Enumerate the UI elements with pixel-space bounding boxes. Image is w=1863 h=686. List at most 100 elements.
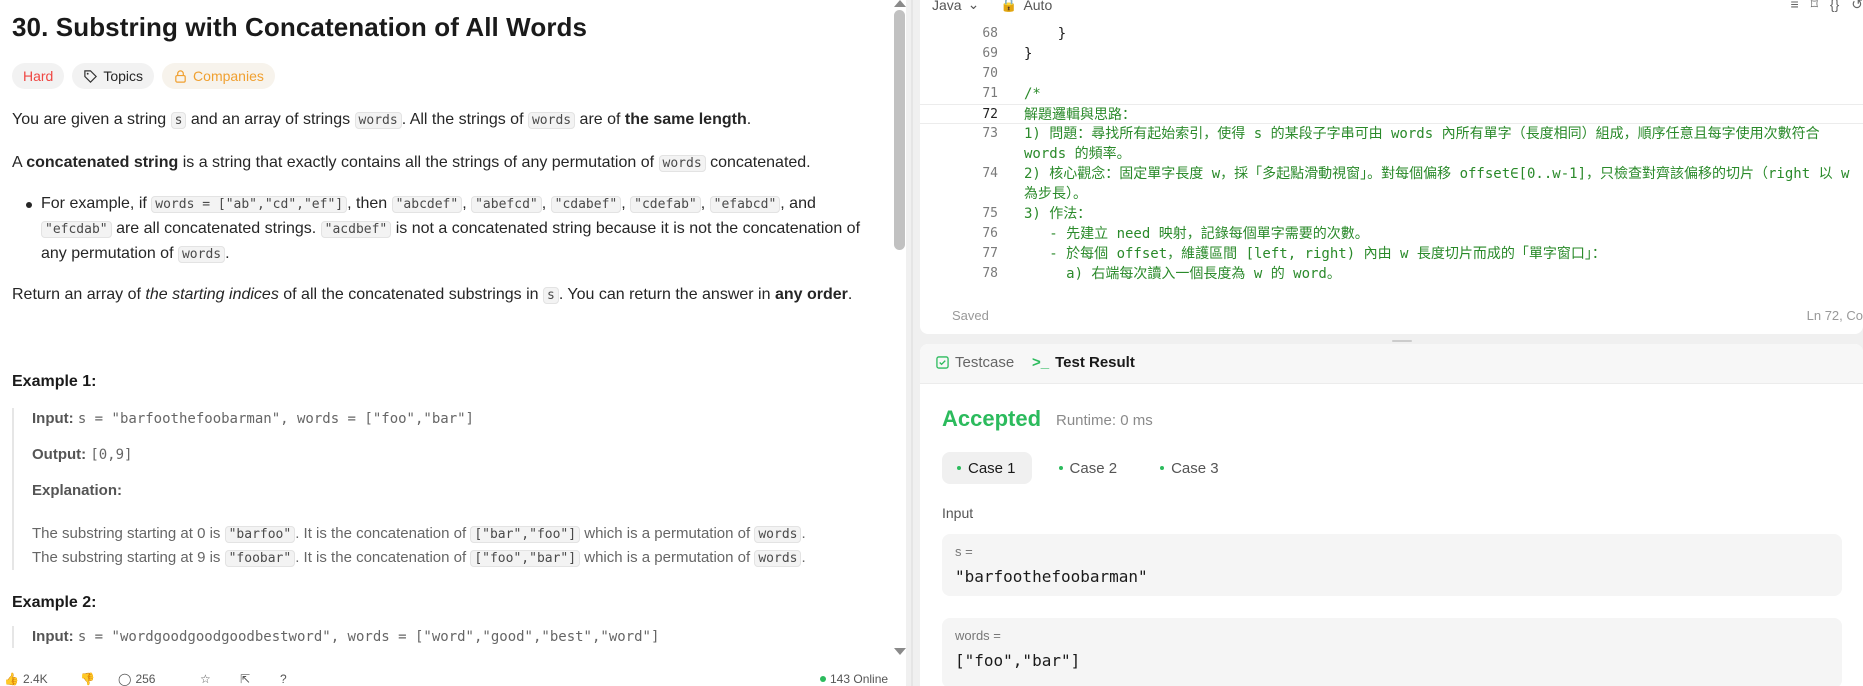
tag-row: Hard Topics Companies [12,63,882,89]
code-line: 76 - 先建立 need 映射，記錄每個單字需要的次數。 [920,224,1863,244]
input-value: s = "barfoothefoobarman", words = ["foo"… [77,411,474,427]
help-button[interactable]: ? [280,672,287,686]
input-value: s = "wordgoodgoodgoodbestword", words = … [77,629,660,645]
line-number: 74 [982,166,998,181]
line-number: 78 [982,266,998,281]
param-name: s = [955,544,973,559]
dislike-button[interactable]: 👎 [80,672,95,686]
case-label: Case 3 [1171,459,1219,477]
input-section-label: Input [942,505,974,521]
difficulty-badge[interactable]: Hard [12,63,65,89]
difficulty-label: Hard [23,68,54,84]
code-line: 75 3) 作法： [920,204,1863,224]
online-status: 143 Online [820,672,888,686]
vertical-splitter[interactable] [911,0,913,686]
input-words-box: words = ["foo","bar"] [942,618,1842,686]
description-panel: 30. Substring with Concatenation of All … [0,0,906,686]
code-text: } [1024,46,1033,62]
test-result-panel: Testcase >_ Test Result Accepted Runtime… [920,344,1863,686]
thumbs-up-icon: 👍 [4,672,19,686]
inline-code: "abefcd" [471,196,542,213]
tab-testcase[interactable]: Testcase [936,354,1014,371]
code-area[interactable]: 68 } 69} 70 71 /* 72 解題邏輯與思路： 73 1) 問題：尋找所有… [920,22,1863,284]
scroll-down-arrow-icon[interactable] [894,648,906,655]
text: . It is the concatenation of [295,525,471,542]
inline-code: "barfoo" [224,526,296,543]
code-line: 70 [920,64,1863,84]
description-paragraph-3: Return an array of the starting indices … [12,283,882,308]
text: The substring starting at 9 is [32,549,225,566]
text: which is a permutation of [580,549,755,566]
tab-case-2[interactable]: Case 2 [1044,452,1134,484]
example-2-title: Example 2: [12,594,97,611]
param-name: words = [955,628,1001,643]
code-text: - 先建立 need 映射，記錄每個單字需要的次數。 [1024,226,1369,242]
example-1-input: Input: s = "barfoothefoobarman", words =… [32,408,882,430]
online-count: 143 Online [830,672,889,686]
cursor-position: Ln 72, Co [1806,308,1863,323]
tab-case-3[interactable]: Case 3 [1145,452,1235,484]
inline-code: words [754,526,802,543]
description-scrollbar[interactable] [891,0,906,672]
comment-icon: ◯ [118,672,132,686]
description-paragraph-2: A concatenated string is a string that e… [12,151,882,176]
description-paragraph-1: You are given a string s and an array of… [12,108,882,133]
inline-code: "efabcd" [709,196,781,213]
text: , and [780,195,816,212]
favorite-button[interactable]: ☆ [200,672,211,686]
code-line: 77 - 於每個 offset，維護區間 [left, right) 內由 w … [920,244,1863,264]
param-value: "barfoothefoobarman" [955,567,1148,586]
text: of all the concatenated substrings in [278,286,543,303]
text: . You can return the answer in [558,286,775,303]
companies-button[interactable]: Companies [162,63,275,89]
param-value: ["foo","bar"] [955,651,1081,670]
code-text: } [1024,26,1067,42]
topics-button[interactable]: Topics [72,63,155,89]
example-1-output: Output: [0,9] [32,444,882,466]
text: . [847,286,853,303]
like-button[interactable]: 👍 2.4K [4,672,48,686]
share-button[interactable]: ⇱ [240,672,250,686]
companies-label: Companies [193,68,264,84]
example-1-explanation-label: Explanation: [32,480,882,502]
line-number: 72 [982,107,998,122]
code-line: 71 /* [920,84,1863,104]
horizontal-splitter-handle[interactable] [1392,340,1412,342]
inline-code: words [354,112,402,129]
line-number: 71 [982,86,998,101]
inline-code: words [177,246,226,263]
text: and an array of strings [186,111,355,128]
comments-button[interactable]: ◯ 256 [118,672,155,686]
tab-test-result[interactable]: >_ Test Result [1032,354,1135,371]
code-text: 3) 作法： [1024,206,1092,222]
inline-code: "cdabef" [550,196,622,213]
case-label: Case 2 [1069,459,1118,477]
line-number: 76 [982,226,998,241]
scroll-up-arrow-icon[interactable] [894,0,906,7]
pass-dot-icon [1058,466,1063,470]
inline-code: "efcdab" [41,221,112,238]
tab-case-1[interactable]: Case 1 [942,452,1032,484]
line-number: 73 [982,126,998,141]
inline-code: ["bar","foo"] [470,526,581,543]
thumbs-down-icon: 👎 [80,672,95,686]
code-line: 74 2) 核心觀念：固定單字長度 w，採「多起點滑動視窗」。對每個偏移 offs… [920,164,1863,204]
text: . [746,111,752,128]
code-text: /* [1024,86,1041,102]
text: . All the strings of [401,111,528,128]
example-1-explanation: The substring starting at 0 is "barfoo".… [32,522,882,570]
tab-label: Testcase [955,354,1015,371]
tag-icon [84,69,98,83]
text: , then [347,195,392,212]
code-line: 69} [920,44,1863,64]
line-number: 77 [982,246,998,261]
scrollbar-thumb[interactable] [894,10,905,250]
explanation-label: Explanation: [32,482,123,499]
example-2-input: Input: s = "wordgoodgoodgoodbestword", w… [32,626,882,648]
inline-code: s [170,112,187,129]
inline-code: "acdbef" [320,221,392,238]
code-text: 2) 核心觀念：固定單字長度 w，採「多起點滑動視窗」。對每個偏移 offset… [1024,166,1850,202]
list-item: For example, if words = ["ab","cd","ef"]… [26,192,882,267]
text: . It is the concatenation of [295,549,471,566]
